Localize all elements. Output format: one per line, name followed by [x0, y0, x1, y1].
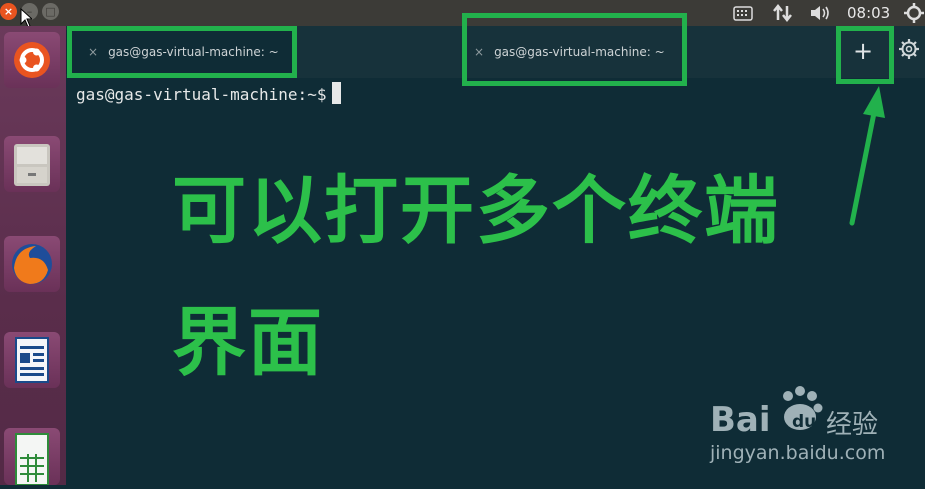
launcher [0, 26, 66, 486]
launcher-firefox[interactable] [4, 236, 60, 292]
baidu-watermark: Bai du 经验 jingyan.baidu.com [710, 384, 910, 464]
highlight-box-tab-1 [67, 26, 297, 78]
settings-gear-icon[interactable] [898, 38, 920, 60]
keyboard-icon[interactable] [732, 0, 754, 26]
file-cabinet-icon [14, 144, 50, 186]
clock[interactable]: 08:03 [847, 0, 890, 26]
power-gear-icon[interactable] [903, 0, 925, 26]
firefox-icon [12, 244, 52, 284]
annotation-arrow-icon [849, 86, 885, 226]
prompt-text: gas@gas-virtual-machine:~$ [76, 85, 327, 104]
highlight-box-tab-2 [462, 13, 687, 86]
ubuntu-logo-icon [14, 42, 50, 78]
text-cursor [332, 82, 342, 104]
document-writer-icon [15, 337, 49, 383]
watermark-url: jingyan.baidu.com [710, 442, 886, 464]
spreadsheet-calc-icon [15, 433, 49, 486]
launcher-calc[interactable] [4, 428, 60, 486]
mouse-cursor-icon [20, 8, 32, 28]
launcher-files[interactable] [4, 136, 60, 192]
volume-icon[interactable] [808, 0, 834, 26]
window-close-button[interactable]: × [0, 3, 17, 20]
highlight-box-new-tab [836, 26, 894, 84]
watermark-brand-prefix: Bai [710, 400, 771, 440]
terminal-prompt[interactable]: gas@gas-virtual-machine:~$ [76, 82, 342, 108]
network-icon[interactable] [772, 0, 794, 26]
window-maximize-button[interactable]: □ [42, 3, 59, 20]
launcher-writer[interactable] [4, 332, 60, 388]
launcher-ubuntu-dash[interactable] [4, 32, 60, 88]
watermark-du: du [792, 412, 817, 432]
watermark-brand-suffix: 经验 [826, 410, 879, 440]
annotation-line-2: 界面 [172, 300, 324, 386]
annotation-line-1: 可以打开多个终端 [172, 168, 780, 254]
